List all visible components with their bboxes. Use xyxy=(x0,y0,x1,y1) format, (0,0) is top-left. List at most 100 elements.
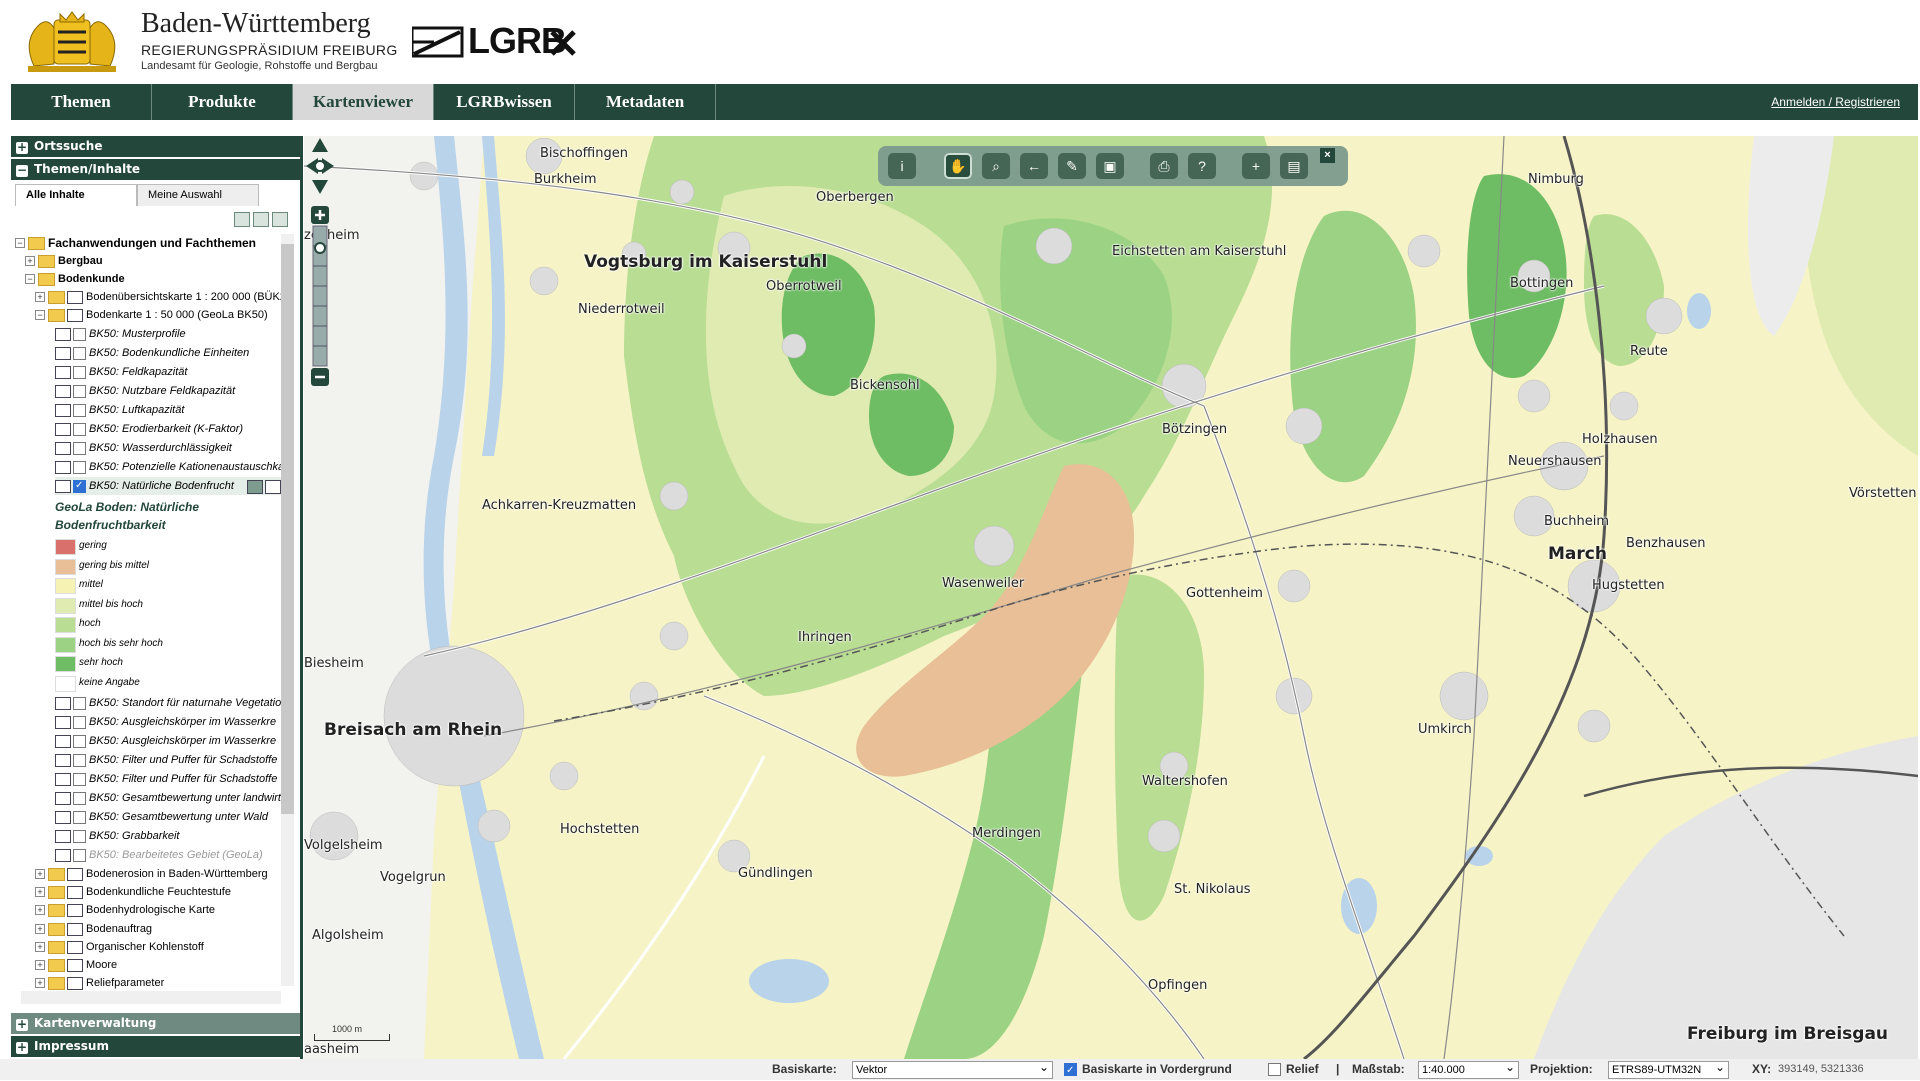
nav-kartenviewer[interactable]: Kartenviewer xyxy=(293,84,434,120)
collapse-icon[interactable]: − xyxy=(25,274,35,284)
layer-label: BK50: Ausgleichskörper im Wasserkre xyxy=(89,735,277,747)
layer-checkbox[interactable] xyxy=(73,347,86,360)
expand-icon[interactable]: + xyxy=(35,887,45,898)
map-navigation[interactable] xyxy=(304,136,336,406)
expand-icon[interactable]: + xyxy=(35,869,45,879)
layer-checkbox[interactable] xyxy=(73,423,86,436)
nav-lgrbwissen[interactable]: LGRBwissen xyxy=(434,84,575,120)
horizontal-scrollbar[interactable] xyxy=(21,991,281,1004)
layer-checkbox[interactable] xyxy=(73,366,86,379)
back-icon[interactable]: ← xyxy=(1020,153,1048,179)
login-link[interactable]: Anmelden / Registrieren xyxy=(1771,84,1900,120)
main-nav: Themen Produkte Kartenviewer LGRBwissen … xyxy=(11,84,1918,120)
layer-checkbox[interactable] xyxy=(73,477,86,495)
collapse-icon[interactable]: − xyxy=(15,238,25,248)
impressum-header[interactable]: + Impressum xyxy=(11,1036,300,1057)
ortssuche-label: Ortssuche xyxy=(34,139,103,153)
layer-checkbox[interactable] xyxy=(73,697,86,710)
scale-label: 1000 m xyxy=(332,1024,363,1034)
layer-icon xyxy=(55,385,71,398)
header-title: Baden-Württemberg xyxy=(141,8,371,39)
relief-checkbox[interactable] xyxy=(1268,1063,1281,1076)
layer-label: BK50: Musterprofile xyxy=(89,328,186,340)
refresh-icon[interactable] xyxy=(272,212,288,227)
close-icon[interactable]: × xyxy=(1320,148,1335,163)
layer-checkbox[interactable] xyxy=(73,716,86,729)
themen-header[interactable]: − Themen/Inhalte xyxy=(11,159,300,180)
projektion-select[interactable]: ETRS89-UTM32N xyxy=(1608,1059,1729,1079)
layer-icon xyxy=(55,461,71,474)
place-label: Wasenweiler xyxy=(942,576,1025,591)
layer-checkbox[interactable] xyxy=(73,849,86,862)
layer-checkbox[interactable] xyxy=(73,773,86,786)
edit-icon[interactable]: ✎ xyxy=(1058,153,1086,179)
expand-icon[interactable]: + xyxy=(35,905,45,916)
massstab-select[interactable]: 1:40.000 xyxy=(1418,1059,1519,1079)
ortssuche-header[interactable]: + Ortssuche xyxy=(11,136,300,157)
layer-info-icon[interactable] xyxy=(265,480,281,494)
place-label: Gottenheim xyxy=(1186,586,1263,601)
layer-icon xyxy=(55,423,71,436)
layer-checkbox[interactable] xyxy=(73,792,86,805)
expand-icon[interactable]: + xyxy=(25,256,35,266)
add-layer-icon[interactable] xyxy=(247,480,263,494)
info-icon[interactable]: i xyxy=(888,153,916,179)
add-icon[interactable]: + xyxy=(1242,153,1270,179)
layer-group-icon xyxy=(67,940,83,954)
nav-produkte[interactable]: Produkte xyxy=(152,84,293,120)
collapse-icon[interactable]: − xyxy=(35,310,45,320)
map-canvas[interactable] xyxy=(304,136,1918,1059)
help-icon[interactable]: ? xyxy=(1188,153,1216,179)
folder-icon xyxy=(48,886,65,900)
place-label: Algolsheim xyxy=(312,928,384,943)
zoom-slider-handle xyxy=(314,242,326,254)
layer-checkbox[interactable] xyxy=(73,754,86,767)
vordergrund-checkbox[interactable] xyxy=(1064,1060,1077,1081)
tab-meine-auswahl[interactable]: Meine Auswahl xyxy=(137,184,259,206)
place-label: St. Nikolaus xyxy=(1174,882,1251,897)
scrollbar-thumb[interactable] xyxy=(281,244,294,814)
print-icon[interactable]: ⎙ xyxy=(1150,153,1178,179)
tree-label: Bodenerosion in Baden-Württemberg xyxy=(86,868,268,880)
kartenverwaltung-header[interactable]: + Kartenverwaltung xyxy=(11,1013,300,1034)
folder-icon[interactable]: ▤ xyxy=(1280,153,1308,179)
place-label: Biesheim xyxy=(304,656,364,671)
tree-label: Bodenübersichtskarte 1 : 200 000 (BÜK20 xyxy=(86,291,293,303)
pan-icon[interactable]: ✋ xyxy=(944,153,972,179)
basiskarte-select[interactable]: Vektor xyxy=(852,1059,1053,1079)
layer-checkbox[interactable] xyxy=(73,461,86,474)
folder-icon xyxy=(38,255,55,268)
tab-alle-inhalte[interactable]: Alle Inhalte xyxy=(15,184,137,206)
map-view[interactable]: Bischoffingen Burkheim Oberbergen Vogtsb… xyxy=(304,136,1918,1059)
expand-all-icon[interactable] xyxy=(253,212,269,227)
layer-row-selected[interactable]: BK50: Natürliche Bodenfrucht xyxy=(55,477,285,495)
tree-scrollbar[interactable] xyxy=(281,234,294,986)
layer-checkbox[interactable] xyxy=(73,404,86,417)
layer-icon xyxy=(55,366,71,379)
zoom-icon[interactable]: ⌕ xyxy=(982,153,1010,179)
nav-themen[interactable]: Themen xyxy=(11,84,152,120)
expand-icon[interactable]: + xyxy=(35,923,45,934)
layer-checkbox[interactable] xyxy=(73,328,86,341)
nav-metadaten[interactable]: Metadaten xyxy=(575,84,716,120)
tree-label: Bergbau xyxy=(58,255,103,267)
place-label: Neuershausen xyxy=(1508,454,1602,469)
tree-label: Bodenauftrag xyxy=(86,922,153,935)
expand-icon[interactable]: + xyxy=(35,960,45,970)
legend-label: mittel bis hoch xyxy=(79,598,143,610)
layer-label: BK50: Wasserdurchlässigkeit xyxy=(89,442,232,454)
layer-checkbox[interactable] xyxy=(73,811,86,824)
layer-icon xyxy=(55,697,71,710)
lock-icon[interactable]: ▣ xyxy=(1096,153,1124,179)
expand-icon[interactable]: + xyxy=(35,978,45,989)
layer-checkbox[interactable] xyxy=(73,830,86,843)
expand-icon[interactable]: + xyxy=(35,941,45,952)
expand-icon: + xyxy=(16,1040,28,1054)
pan-north-icon xyxy=(312,138,328,152)
expand-icon: + xyxy=(16,1017,28,1031)
expand-icon[interactable]: + xyxy=(35,292,45,302)
collapse-all-icon[interactable] xyxy=(234,212,250,227)
layer-checkbox[interactable] xyxy=(73,735,86,748)
layer-checkbox[interactable] xyxy=(73,385,86,398)
layer-checkbox[interactable] xyxy=(73,442,86,455)
